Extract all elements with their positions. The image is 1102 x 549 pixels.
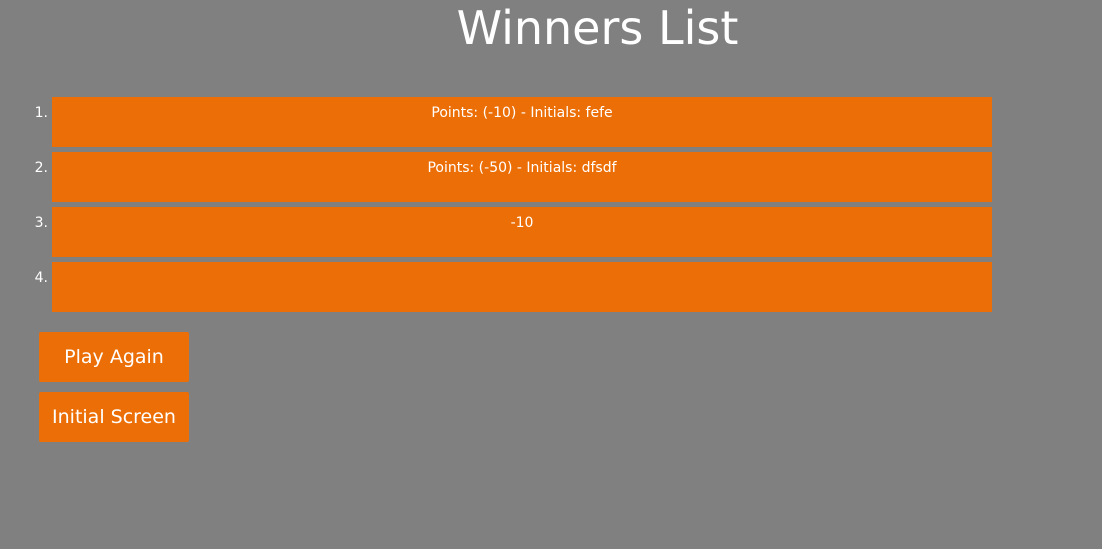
winner-entry: -10 bbox=[52, 207, 992, 257]
winners-list: 1. Points: (-10) - Initials: fefe 2. Poi… bbox=[0, 97, 1102, 317]
list-item-number: 3. bbox=[34, 215, 48, 231]
list-item-number: 1. bbox=[34, 105, 48, 121]
winner-entry-text: Points: (-10) - Initials: fefe bbox=[431, 105, 613, 121]
list-item: 2. Points: (-50) - Initials: dfsdf bbox=[0, 152, 1102, 202]
winner-entry-text bbox=[52, 262, 992, 270]
list-item: 4. bbox=[0, 262, 1102, 312]
list-item-number: 4. bbox=[34, 270, 48, 286]
list-item-number: 2. bbox=[34, 160, 48, 176]
winner-entry bbox=[52, 262, 992, 312]
winner-entry-text: Points: (-50) - Initials: dfsdf bbox=[427, 160, 617, 176]
winner-entry: Points: (-50) - Initials: dfsdf bbox=[52, 152, 992, 202]
winner-entry-text: -10 bbox=[510, 215, 534, 231]
winner-entry: Points: (-10) - Initials: fefe bbox=[52, 97, 992, 147]
play-again-button[interactable]: Play Again bbox=[39, 332, 189, 382]
page-title: Winners List bbox=[456, 1, 739, 55]
list-item: 1. Points: (-10) - Initials: fefe bbox=[0, 97, 1102, 147]
initial-screen-button[interactable]: Initial Screen bbox=[39, 392, 189, 442]
list-item: 3. -10 bbox=[0, 207, 1102, 257]
